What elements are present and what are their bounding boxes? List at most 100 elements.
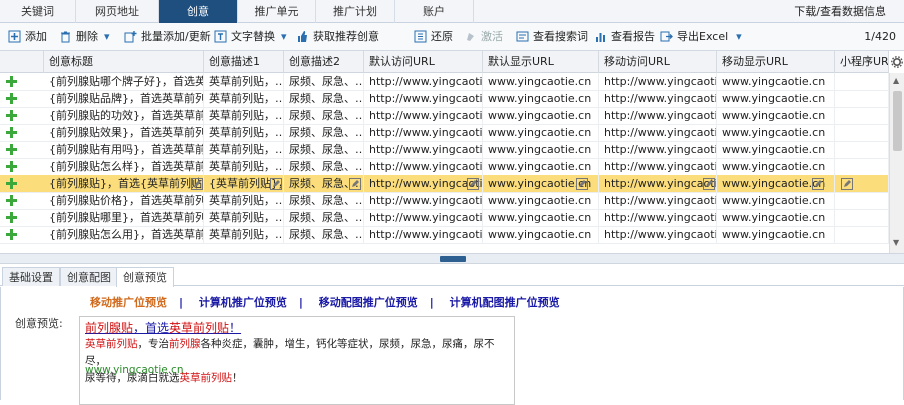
vertical-scroll-thumb[interactable] (893, 91, 902, 151)
cell-mobile-url[interactable]: http://www.yingcaotie.cn (599, 141, 717, 159)
cell-desc1[interactable]: 英草前列贴，… (204, 107, 284, 125)
edit-icon[interactable] (812, 178, 824, 190)
cell-desc1[interactable]: 英草前列贴，… (204, 192, 284, 210)
cell-display-url[interactable]: www.yingcaotie.cn (483, 107, 599, 125)
vertical-scrollbar[interactable]: ▲ ▼ (889, 73, 904, 253)
cell-default-url[interactable]: http://www.yingcaotie.cn (364, 124, 483, 142)
tab-creative-preview[interactable]: 创意预览 (116, 267, 174, 287)
table-row[interactable]: {前列腺贴怎么用}，首选英草前列…英草前列贴，…尿频、尿急、… http://ww… (0, 226, 889, 244)
cell-mobile-url[interactable]: http://www.yingcaotie.cn (599, 90, 717, 108)
cell-mobile-url[interactable]: http://www.yingcaotie.cn (599, 175, 717, 193)
table-row[interactable]: {前列腺贴价格}，首选英草前列贴！英草前列贴，…尿频、尿急、… http://ww… (0, 192, 889, 210)
cell-title[interactable]: {前列腺贴品牌}，首选英草前列贴！ (44, 90, 204, 108)
cell-desc2[interactable]: 尿频、尿急、… (284, 192, 364, 210)
cell-desc2[interactable]: 尿频、尿急、… (284, 73, 364, 91)
cell-title[interactable]: {前列腺贴怎么用}，首选英草前列… (44, 226, 204, 244)
edit-icon[interactable] (467, 178, 479, 190)
collapse-handle-icon[interactable] (440, 256, 466, 262)
cell-default-url[interactable]: http://www.yingcaotie.cn (364, 175, 483, 193)
mobile-image-preview-link[interactable]: 移动配图推广位预览 (319, 296, 418, 309)
cell-desc2[interactable]: 尿频、尿急、… (284, 107, 364, 125)
cell-default-url[interactable]: http://www.yingcaotie.cn (364, 209, 483, 227)
batch-add-button[interactable]: 批量添加/更新 (124, 23, 211, 51)
cell-mobile-url[interactable]: http://www.yingcaotie.cn (599, 192, 717, 210)
cell-default-url[interactable]: http://www.yingcaotie.cn (364, 107, 483, 125)
table-row[interactable]: {前列腺贴}，首选{英草前列贴}！{英草前列贴}，…尿频、尿急、…http://… (0, 175, 889, 193)
header-desc1[interactable]: 创意描述1 (204, 51, 284, 73)
add-button[interactable]: 添加 (8, 23, 47, 51)
cell-display-url[interactable]: www.yingcaotie.cn (483, 124, 599, 142)
cell-title[interactable]: {前列腺贴的功效}，首选英草前列… (44, 107, 204, 125)
delete-button[interactable]: 删除 ▾ (59, 23, 110, 51)
cell-desc2[interactable]: 尿频、尿急、… (284, 90, 364, 108)
cell-title[interactable]: {前列腺贴效果}，首选英草前列贴！ (44, 124, 204, 142)
tab-keywords[interactable]: 关键词 (0, 0, 76, 23)
cell-mini-program-url[interactable] (835, 90, 889, 108)
cell-mini-program-url[interactable] (835, 209, 889, 227)
header-display-url[interactable]: 默认显示URL (483, 51, 599, 73)
restore-button[interactable]: 还原 (414, 23, 453, 51)
table-row[interactable]: {前列腺贴哪个牌子好}，首选英草…英草前列贴，…尿频、尿急、…http://ww… (0, 73, 889, 91)
edit-icon[interactable] (703, 178, 715, 190)
tab-creative-image[interactable]: 创意配图 (60, 267, 118, 286)
cell-default-url[interactable]: http://www.yingcaotie.cn (364, 90, 483, 108)
cell-mobile-url[interactable]: http://www.yingcaotie.cn (599, 226, 717, 244)
header-default-url[interactable]: 默认访问URL (364, 51, 483, 73)
table-row[interactable]: {前列腺贴怎么样}，首选英草前列…英草前列贴，…尿频、尿急、…http://ww… (0, 158, 889, 176)
tab-campaign[interactable]: 推广计划 (316, 0, 395, 23)
download-data-link[interactable]: 下载/查看数据信息 (794, 0, 886, 23)
edit-icon[interactable] (270, 178, 282, 190)
activate-button[interactable]: 激活 (464, 23, 503, 51)
tab-ad-unit[interactable]: 推广单元 (238, 0, 316, 23)
cell-mini-program-url[interactable] (835, 141, 889, 159)
cell-title[interactable]: {前列腺贴}，首选{英草前列贴}！ (44, 175, 204, 193)
cell-display-url[interactable]: www.yingcaotie.cn (483, 226, 599, 244)
edit-icon[interactable] (841, 178, 853, 190)
cell-desc2[interactable]: 尿频、尿急、… (284, 226, 364, 244)
table-row[interactable]: {前列腺贴效果}，首选英草前列贴！英草前列贴，…尿频、尿急、…http://ww… (0, 124, 889, 142)
cell-default-url[interactable]: http://www.yingcaotie.cn (364, 141, 483, 159)
mobile-preview-link[interactable]: 移动推广位预览 (90, 296, 167, 309)
export-excel-button[interactable]: 导出Excel ▾ (660, 23, 742, 51)
add-row-icon[interactable] (6, 76, 17, 87)
cell-display-url[interactable]: www.yingcaotie.cn (483, 192, 599, 210)
cell-desc1[interactable]: 英草前列贴，… (204, 209, 284, 227)
cell-mobile-display-url[interactable]: www.yingcaotie.cn (717, 209, 835, 227)
ad-title[interactable]: 前列腺贴，首选英草前列贴！ (85, 319, 241, 336)
add-row-icon[interactable] (6, 127, 17, 138)
edit-icon[interactable] (349, 178, 361, 190)
tab-account[interactable]: 账户 (395, 0, 474, 23)
cell-title[interactable]: {前列腺贴价格}，首选英草前列贴！ (44, 192, 204, 210)
cell-display-url[interactable]: www.yingcaotie.cn (483, 73, 599, 91)
header-mobile-display-url[interactable]: 移动显示URL (717, 51, 835, 73)
scroll-down-icon[interactable]: ▼ (893, 238, 899, 247)
add-row-icon[interactable] (6, 178, 17, 189)
cell-title[interactable]: {前列腺贴哪里}，首选英草前列贴！ (44, 209, 204, 227)
cell-desc1[interactable]: 英草前列贴，… (204, 124, 284, 142)
cell-desc1[interactable]: 英草前列贴，… (204, 226, 284, 244)
cell-display-url[interactable]: www.yingcaotie.cn (483, 90, 599, 108)
cell-display-url[interactable]: www.yingcaotie.cn (483, 158, 599, 176)
fetch-recommended-button[interactable]: 获取推荐创意 (296, 23, 379, 51)
add-row-icon[interactable] (6, 110, 17, 121)
table-row[interactable]: {前列腺贴哪里}，首选英草前列贴！英草前列贴，…尿频、尿急、…http://ww… (0, 209, 889, 227)
add-row-icon[interactable] (6, 212, 17, 223)
cell-mobile-display-url[interactable]: www.yingcaotie.cn (717, 158, 835, 176)
cell-desc1[interactable]: 英草前列贴，… (204, 73, 284, 91)
panel-splitter[interactable] (0, 253, 904, 264)
view-report-button[interactable]: 查看报告 (594, 23, 655, 51)
cell-mobile-display-url[interactable]: www.yingcaotie.cn (717, 107, 835, 125)
cell-mini-program-url[interactable] (835, 158, 889, 176)
cell-mobile-display-url[interactable]: www.yingcaotie.cn (717, 192, 835, 210)
cell-mini-program-url[interactable] (835, 73, 889, 91)
cell-mini-program-url[interactable] (835, 192, 889, 210)
cell-desc2[interactable]: 尿频、尿急、… (284, 209, 364, 227)
header-mobile-url[interactable]: 移动访问URL (599, 51, 717, 73)
view-search-terms-button[interactable]: 查看搜索词 (516, 23, 588, 51)
table-row[interactable]: {前列腺贴品牌}，首选英草前列贴！英草前列贴，…尿频、尿急、…http://ww… (0, 90, 889, 108)
pc-image-preview-link[interactable]: 计算机配图推广位预览 (450, 296, 560, 309)
cell-mobile-url[interactable]: http://www.yingcaotie.cn (599, 124, 717, 142)
cell-default-url[interactable]: http://www.yingcaotie.cn (364, 158, 483, 176)
add-row-icon[interactable] (6, 161, 17, 172)
cell-mobile-display-url[interactable]: www.yingcaotie.cn (717, 226, 835, 244)
